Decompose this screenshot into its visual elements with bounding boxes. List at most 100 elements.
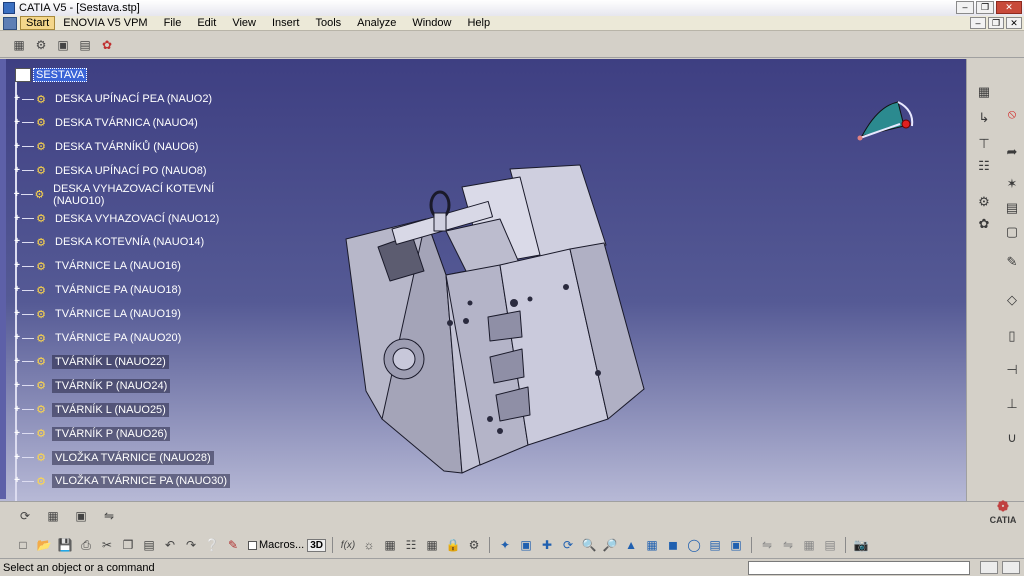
section-icon[interactable]: ▦ [800, 536, 818, 554]
whats-this-icon[interactable]: ❔ [203, 536, 221, 554]
catalog-icon[interactable]: ▦ [423, 536, 441, 554]
status-toggle-button[interactable] [1002, 561, 1020, 574]
undo-icon[interactable]: ↶ [161, 536, 179, 554]
pan-icon[interactable]: ✚ [538, 536, 556, 554]
redo-icon[interactable]: ↷ [182, 536, 200, 554]
pocket-icon[interactable]: ▯ [1003, 327, 1021, 345]
top-toolbar: ▦ ⚙ ▣ ▤ ✿ [0, 32, 1024, 58]
split-icon[interactable]: ⊣ [1003, 361, 1021, 379]
status-bar: Select an object or a command [0, 558, 1024, 576]
capture-icon[interactable]: 📷 [852, 536, 870, 554]
tree-icon[interactable]: ☷ [402, 536, 420, 554]
stop-manipulate-icon[interactable]: ▢ [1003, 223, 1021, 241]
update-icon[interactable]: ⟳ [16, 507, 34, 525]
sketch-icon[interactable]: ⇋ [758, 536, 776, 554]
doc-minimize-button[interactable]: – [970, 17, 986, 29]
select-arrow-icon[interactable]: ➦ [1003, 143, 1021, 161]
menu-file[interactable]: File [156, 17, 190, 29]
normal-view-icon[interactable]: ▲ [622, 536, 640, 554]
product-structure-icon[interactable]: ▦ [10, 36, 28, 54]
scene-icon[interactable]: ▦ [44, 507, 62, 525]
zoom-out-icon[interactable]: 🔎 [601, 536, 619, 554]
existing-component-icon[interactable]: ▣ [54, 36, 72, 54]
rotate-icon[interactable]: ⟳ [559, 536, 577, 554]
3d-viewport[interactable]: SESTAVA + ⚙ DESKA UPÍNACÍ PEA (NAUO2) + ⚙ DES… [0, 59, 966, 501]
delete-constraint-icon[interactable]: ⦸ [1003, 105, 1021, 123]
compare-icon[interactable]: ▤ [821, 536, 839, 554]
print-icon[interactable]: ⎙ [77, 536, 95, 554]
macros-toggle[interactable]: Macros... [248, 539, 304, 551]
component-icon[interactable]: ⚙ [32, 36, 50, 54]
close-button[interactable]: ✕ [996, 1, 1022, 14]
mold-assembly-model[interactable] [0, 59, 966, 501]
pencil-icon[interactable]: ✎ [224, 536, 242, 554]
new-icon[interactable]: □ [14, 536, 32, 554]
remove-icon[interactable]: ∪ [1003, 429, 1021, 447]
coincidence-constraint-icon[interactable]: ↳ [975, 109, 993, 127]
menu-tools[interactable]: Tools [307, 17, 349, 29]
menu-help[interactable]: Help [459, 17, 498, 29]
clash-icon[interactable]: ✿ [975, 215, 993, 233]
catia-logo-text: CATIA [989, 515, 1017, 525]
copy-icon[interactable]: ❐ [119, 536, 137, 554]
table-icon[interactable]: ▦ [381, 536, 399, 554]
swap-space-icon[interactable]: ▣ [727, 536, 745, 554]
command-input[interactable] [748, 561, 970, 575]
lock-icon[interactable]: 🔒 [444, 536, 462, 554]
open-icon[interactable]: 📂 [35, 536, 53, 554]
edit-icon[interactable]: ✎ [1003, 253, 1021, 271]
window-title: CATIA V5 - [Sestava.stp] [19, 2, 140, 14]
shading-icon[interactable]: ◯ [685, 536, 703, 554]
space-analysis-icon[interactable]: ⇋ [100, 507, 118, 525]
options-icon[interactable]: ⚙ [465, 536, 483, 554]
menu-view[interactable]: View [224, 17, 264, 29]
hole-icon[interactable]: ◇ [1003, 291, 1021, 309]
fit-all-icon[interactable]: ▣ [517, 536, 535, 554]
multi-view-icon[interactable]: ▦ [643, 536, 661, 554]
toolbar-separator [332, 537, 334, 553]
multi-instantiation-icon[interactable]: ✿ [98, 36, 116, 54]
fly-mode-icon[interactable]: ✦ [496, 536, 514, 554]
menu-enovia[interactable]: ENOVIA V5 VPM [55, 17, 155, 29]
right-toolbar: ▦ ⦸ ↳ ➦ ⊤ ☷ ✶ ⚙ ▤ ✿ ▢ ✎ ◇ ▯ ⊣ ⊥ ∪ [966, 59, 1024, 501]
toolbar-separator [489, 537, 491, 553]
status-toggle-button[interactable] [980, 561, 998, 574]
menu-analyze[interactable]: Analyze [349, 17, 404, 29]
menu-start[interactable]: Start [20, 16, 56, 30]
minimize-button[interactable]: – [956, 1, 974, 14]
macros-checkbox[interactable] [248, 540, 257, 550]
hide-show-icon[interactable]: ▤ [706, 536, 724, 554]
replace-component-icon[interactable]: ▤ [76, 36, 94, 54]
distance-icon[interactable]: ⇋ [779, 536, 797, 554]
restore-button[interactable]: ❐ [976, 1, 994, 14]
menu-window[interactable]: Window [404, 17, 459, 29]
formula-icon[interactable]: f(x) [339, 536, 357, 554]
compass-icon[interactable] [856, 96, 918, 146]
manipulation-icon[interactable]: ⚙ [975, 193, 993, 211]
knowledge-icon[interactable]: ☼ [360, 536, 378, 554]
snap-icon[interactable]: ▤ [1003, 199, 1021, 217]
save-icon[interactable]: 💾 [56, 536, 74, 554]
menu-edit[interactable]: Edit [189, 17, 224, 29]
document-system-icon[interactable] [3, 16, 17, 30]
document-window-controls: – ❐ ✕ [970, 17, 1022, 29]
doc-restore-button[interactable]: ❐ [988, 17, 1004, 29]
macros-label: Macros... [259, 539, 305, 551]
window-controls: – ❐ ✕ [956, 1, 1022, 14]
zoom-in-icon[interactable]: 🔍 [580, 536, 598, 554]
3d-button[interactable]: 3D [307, 538, 327, 552]
toolbar-separator [845, 537, 847, 553]
contact-constraint-icon[interactable]: ⊤ [975, 135, 993, 153]
fix-component-icon[interactable]: ▦ [975, 83, 993, 101]
measure-icon[interactable]: ▣ [72, 507, 90, 525]
explode-icon[interactable]: ✶ [1003, 175, 1021, 193]
menu-insert[interactable]: Insert [264, 17, 308, 29]
title-bar: CATIA V5 - [Sestava.stp] – ❐ ✕ [0, 0, 1024, 16]
offset-constraint-icon[interactable]: ☷ [975, 157, 993, 175]
doc-close-button[interactable]: ✕ [1006, 17, 1022, 29]
paste-icon[interactable]: ▤ [140, 536, 158, 554]
add-icon[interactable]: ⊥ [1003, 395, 1021, 413]
status-message: Select an object or a command [3, 561, 155, 574]
cut-icon[interactable]: ✂ [98, 536, 116, 554]
iso-view-icon[interactable]: ◼ [664, 536, 682, 554]
